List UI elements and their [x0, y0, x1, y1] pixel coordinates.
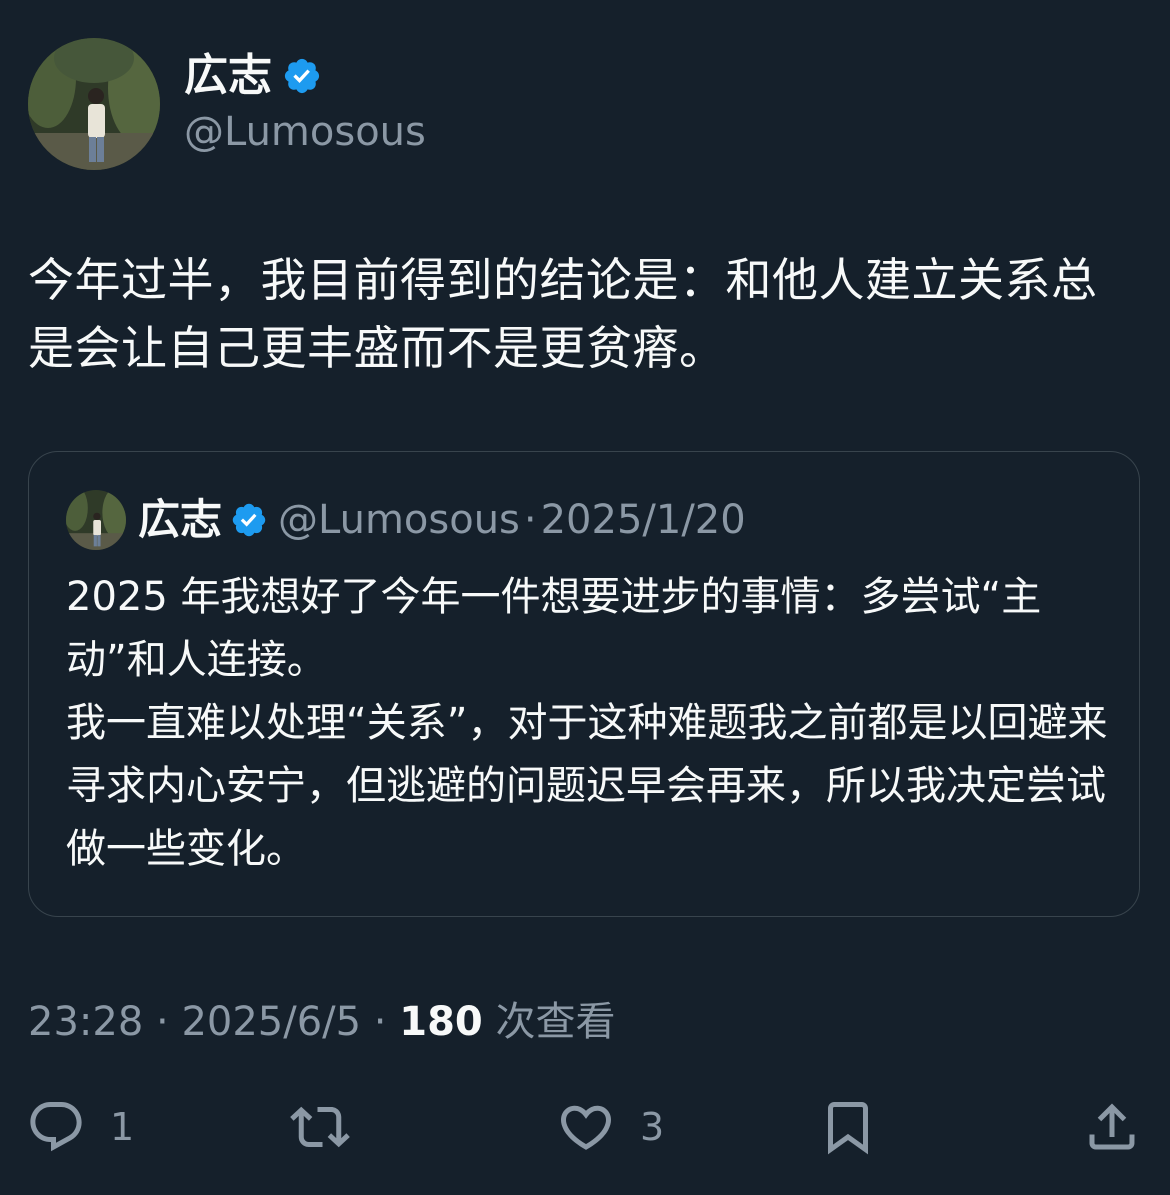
like-count: 3 [640, 1105, 665, 1149]
views-count[interactable]: 180 [399, 999, 483, 1045]
reply-count: 1 [110, 1105, 135, 1149]
tweet-meta-row: 23:28 · 2025/6/5 · 180 次查看 [28, 996, 615, 1048]
tweet-time[interactable]: 23:28 [28, 999, 143, 1045]
quoted-author-avatar [66, 490, 126, 550]
meta-separator: · [143, 999, 182, 1045]
quoted-tweet-header: 広志 @Lumosous · 2025/1/20 [138, 494, 746, 546]
tweet-text: 今年过半，我目前得到的结论是：和他人建立关系总是会让自己更丰盛而不是更贫瘠。 [28, 253, 1098, 375]
reply-button[interactable]: 1 [26, 1096, 134, 1158]
retweet-button[interactable] [290, 1096, 374, 1158]
verified-badge-icon [232, 503, 266, 537]
quoted-separator: · [523, 497, 537, 543]
author-handle[interactable]: @Lumosous [184, 108, 426, 156]
tweet-date[interactable]: 2025/6/5 [181, 999, 361, 1045]
views-label: 次查看 [495, 999, 616, 1045]
share-button[interactable] [1082, 1096, 1142, 1158]
bookmark-icon [828, 1102, 868, 1155]
author-display-name[interactable]: 広志 [184, 50, 272, 102]
reply-icon [30, 1102, 82, 1152]
like-button[interactable]: 3 [556, 1096, 664, 1158]
verified-badge-icon[interactable] [282, 56, 322, 96]
share-icon [1089, 1103, 1135, 1150]
quoted-tweet-text: 2025 年我想好了今年一件想要进步的事情：多尝试“主动”和人连接。 我一直难以… [66, 574, 1108, 872]
author-display-name-row: 広志 [184, 50, 322, 102]
quoted-author-handle: @Lumosous [278, 497, 520, 543]
heart-icon [560, 1105, 612, 1150]
bookmark-button[interactable] [818, 1096, 878, 1158]
quoted-date: 2025/1/20 [540, 497, 746, 543]
retweet-icon [290, 1106, 350, 1148]
quoted-author-name: 広志 [138, 495, 223, 544]
meta-separator: · [361, 999, 400, 1045]
author-avatar[interactable] [28, 38, 160, 170]
